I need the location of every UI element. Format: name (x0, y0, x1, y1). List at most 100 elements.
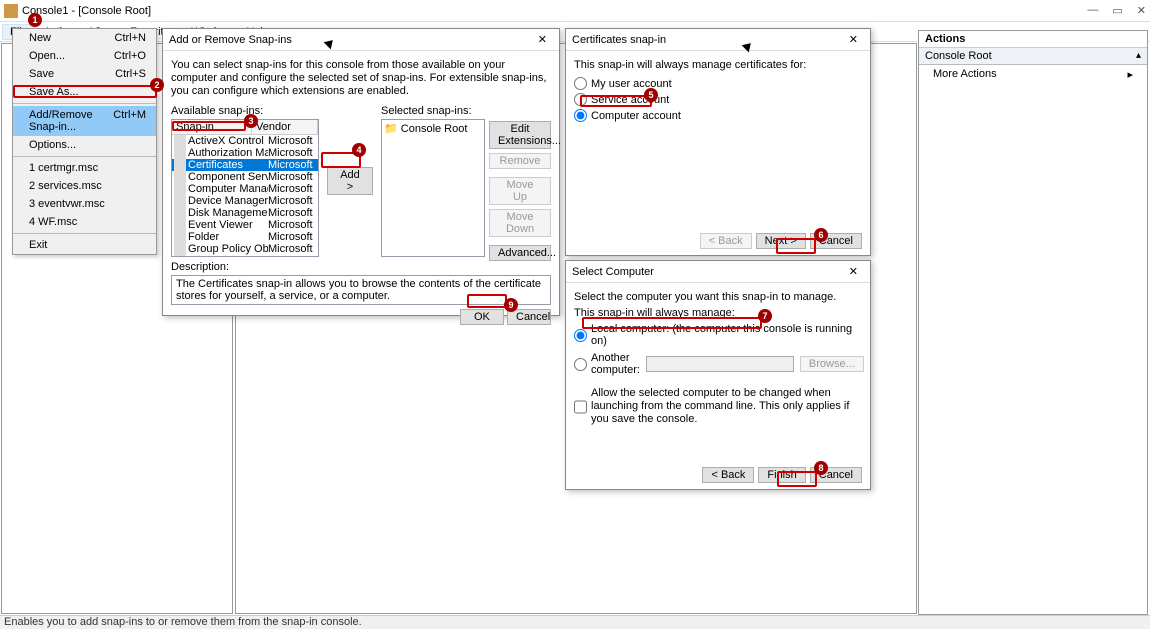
file-add-remove-snapin[interactable]: Add/Remove Snap-in...Ctrl+M (13, 106, 156, 136)
close-icon[interactable]: ✕ (843, 33, 864, 46)
window-title: Console1 - [Console Root] (22, 5, 1087, 17)
selected-label: Selected snap-ins: (381, 105, 551, 117)
list-item[interactable]: Hyper-V ManagerMicrosoft Cor... (172, 255, 318, 257)
window-titlebar: Console1 - [Console Root] — ▭ ✕ (0, 0, 1150, 22)
certificates-snapin-dialog: Certificates snap-in ✕ This snap-in will… (565, 28, 871, 256)
move-up-button: Move Up (489, 177, 551, 205)
opt-local-computer[interactable]: Local computer: (the computer this conso… (574, 323, 862, 347)
folder-icon: 📁 (384, 123, 398, 135)
dialog-titlebar: Certificates snap-in ✕ (566, 29, 870, 51)
maximize-button[interactable]: ▭ (1112, 4, 1122, 17)
next-button[interactable]: Next > (756, 233, 806, 249)
sub-label: This snap-in will always manage: (574, 307, 862, 319)
opt-service-account[interactable]: Service account (574, 93, 862, 106)
list-item[interactable]: Computer Managem...Microsoft Cor... (172, 183, 318, 195)
recent-3[interactable]: 3 eventvwr.msc (13, 195, 156, 213)
recent-4[interactable]: 4 WF.msc (13, 213, 156, 231)
ok-button[interactable]: OK (460, 309, 504, 325)
list-item-certificates[interactable]: CertificatesMicrosoft Cor... (172, 159, 318, 171)
radio-another[interactable] (574, 358, 587, 371)
snapin-icon (174, 219, 186, 231)
list-item[interactable]: Component ServicesMicrosoft Cor... (172, 171, 318, 183)
description-text: The Certificates snap-in allows you to b… (171, 275, 551, 305)
browse-button: Browse... (800, 356, 864, 372)
allow-change-checkbox[interactable] (574, 387, 587, 427)
another-computer-field (646, 356, 794, 372)
list-item[interactable]: Authorization ManagerMicrosoft Cor... (172, 147, 318, 159)
opt-computer-account[interactable]: Computer account (574, 109, 862, 122)
list-item[interactable]: ActiveX ControlMicrosoft Cor... (172, 135, 318, 147)
remove-button: Remove (489, 153, 551, 169)
header-text: This snap-in will always manage certific… (574, 59, 862, 71)
dialog-title: Select Computer (572, 266, 843, 278)
section-label: Console Root (925, 50, 992, 62)
cancel-button[interactable]: Cancel (810, 233, 862, 249)
add-button[interactable]: Add > (327, 167, 373, 195)
app-icon (4, 4, 18, 18)
close-icon[interactable]: ✕ (532, 33, 553, 46)
separator (13, 103, 156, 104)
window-controls: — ▭ ✕ (1087, 4, 1146, 17)
snapin-icon (174, 231, 186, 243)
console-root-node[interactable]: Console Root (401, 123, 468, 135)
back-button: < Back (700, 233, 752, 249)
snapin-icon (174, 171, 186, 183)
recent-2[interactable]: 2 services.msc (13, 177, 156, 195)
file-menu-dropdown: NewCtrl+N Open...Ctrl+O SaveCtrl+S Save … (12, 28, 157, 255)
list-item[interactable]: Group Policy Object ...Microsoft Cor... (172, 243, 318, 255)
separator (13, 233, 156, 234)
chevron-right-icon: ▸ (1127, 68, 1133, 81)
finish-button[interactable]: Finish (758, 467, 805, 483)
file-open[interactable]: Open...Ctrl+O (13, 47, 156, 65)
collapse-icon[interactable]: ▴ (1136, 50, 1141, 62)
col-vendor[interactable]: Vendor (252, 120, 318, 134)
intro-text: You can select snap-ins for this console… (171, 59, 551, 99)
snapin-icon (174, 195, 186, 207)
list-item[interactable]: Device ManagerMicrosoft Cor... (172, 195, 318, 207)
close-icon[interactable]: ✕ (843, 265, 864, 278)
available-label: Available snap-ins: (171, 105, 319, 117)
radio-local[interactable] (574, 329, 587, 342)
list-item[interactable]: Disk ManagementMicrosoft and... (172, 207, 318, 219)
allow-change-label: Allow the selected computer to be change… (591, 387, 862, 427)
snapin-icon (174, 159, 186, 171)
col-snapin[interactable]: Snap-in (172, 120, 252, 134)
minimize-button[interactable]: — (1087, 4, 1098, 17)
radio-service[interactable] (574, 93, 587, 106)
back-button[interactable]: < Back (702, 467, 754, 483)
radio-user[interactable] (574, 77, 587, 90)
file-save-as[interactable]: Save As... (13, 83, 156, 101)
actions-section[interactable]: Console Root ▴ (919, 48, 1147, 65)
list-item[interactable]: FolderMicrosoft Cor... (172, 231, 318, 243)
available-snapins-list[interactable]: Snap-inVendor ActiveX ControlMicrosoft C… (171, 119, 319, 257)
recent-1[interactable]: 1 certmgr.msc (13, 159, 156, 177)
header-text: Select the computer you want this snap-i… (574, 291, 862, 303)
opt-another-computer[interactable]: Another computer: (574, 352, 640, 376)
snapin-icon (174, 255, 186, 257)
statusbar: Enables you to add snap-ins to or remove… (0, 615, 1150, 629)
dialog-titlebar: Select Computer ✕ (566, 261, 870, 283)
add-remove-snapins-dialog: Add or Remove Snap-ins ✕ You can select … (162, 28, 560, 316)
move-down-button: Move Down (489, 209, 551, 237)
selected-snapins-tree[interactable]: 📁 Console Root (381, 119, 485, 257)
file-exit[interactable]: Exit (13, 236, 156, 254)
snapin-icon (174, 183, 186, 195)
list-item[interactable]: Event ViewerMicrosoft Cor... (172, 219, 318, 231)
snapin-icon (174, 147, 186, 159)
edit-extensions-button[interactable]: Edit Extensions... (489, 121, 551, 149)
advanced-button[interactable]: Advanced... (489, 245, 551, 261)
select-computer-dialog: Select Computer ✕ Select the computer yo… (565, 260, 871, 490)
file-save[interactable]: SaveCtrl+S (13, 65, 156, 83)
dialog-title: Add or Remove Snap-ins (169, 34, 532, 46)
separator (13, 156, 156, 157)
radio-computer[interactable] (574, 109, 587, 122)
cancel-button[interactable]: Cancel (810, 467, 862, 483)
close-button[interactable]: ✕ (1137, 4, 1146, 17)
dialog-titlebar: Add or Remove Snap-ins ✕ (163, 29, 559, 51)
more-actions-link[interactable]: More Actions ▸ (919, 65, 1147, 83)
file-new[interactable]: NewCtrl+N (13, 29, 156, 47)
opt-user-account[interactable]: My user account (574, 77, 862, 90)
file-options[interactable]: Options... (13, 136, 156, 154)
cancel-button[interactable]: Cancel (507, 309, 551, 325)
snapin-icon (174, 207, 186, 219)
